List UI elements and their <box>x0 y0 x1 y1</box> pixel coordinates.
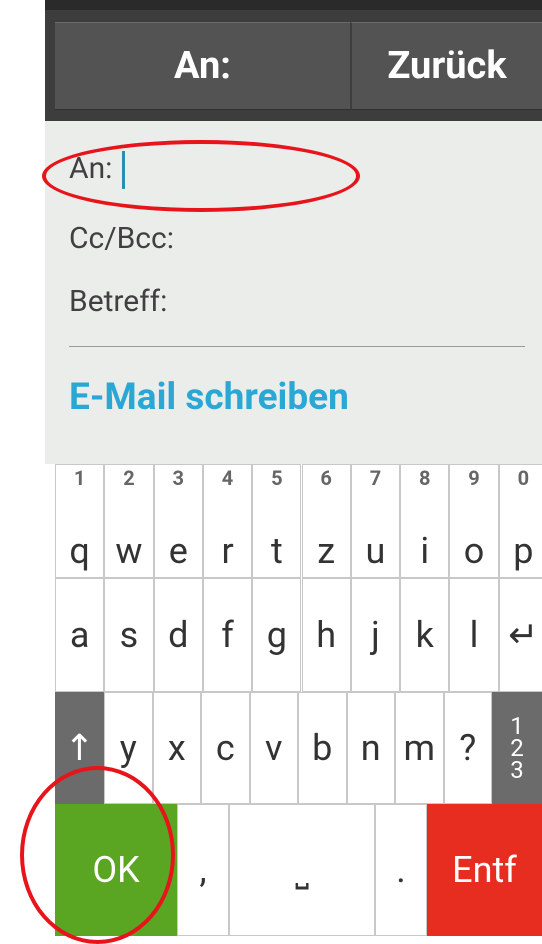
key-number-label: 7 <box>369 466 382 490</box>
key-number-label: 5 <box>271 466 283 490</box>
key-letter-label: k <box>415 614 434 656</box>
status-stripe <box>45 0 542 10</box>
divider <box>69 346 525 347</box>
key-y[interactable]: y <box>104 692 153 804</box>
key-letter-label: c <box>215 727 235 769</box>
key-letter-label: n <box>360 727 381 769</box>
enter-key[interactable]: ↵ <box>498 578 542 692</box>
delete-button[interactable]: Entf <box>427 804 542 936</box>
key-letter-label: m <box>403 727 436 769</box>
key-number-label: 2 <box>123 466 135 490</box>
key-number-label: 9 <box>468 466 480 490</box>
key-f[interactable]: f <box>202 578 253 692</box>
key-number-label: 3 <box>172 466 184 490</box>
key-e[interactable]: 3e <box>153 464 203 578</box>
key-i[interactable]: 8i <box>400 464 450 578</box>
key-number-label: 4 <box>221 466 234 490</box>
key-letter-label: b <box>312 727 333 769</box>
key-letter-label: u <box>365 530 386 572</box>
key-t[interactable]: 5t <box>252 464 302 578</box>
comma-key[interactable]: , <box>177 804 229 936</box>
ok-button[interactable]: OK <box>55 804 177 936</box>
key-q[interactable]: 1q <box>55 464 105 578</box>
key-letter-label: w <box>115 530 143 572</box>
subject-label: Betreff: <box>69 284 168 319</box>
text-cursor <box>122 151 126 190</box>
key-k[interactable]: k <box>400 578 450 692</box>
key-z[interactable]: 6z <box>301 464 351 578</box>
to-field[interactable]: An: <box>69 151 126 190</box>
key-letter-label: z <box>317 530 336 572</box>
key-letter-label: g <box>266 614 287 656</box>
cc-bcc-field[interactable]: Cc/Bcc: <box>69 221 174 256</box>
number-switch-key[interactable]: 123 <box>492 692 542 804</box>
number-switch-digit: 3 <box>510 756 524 784</box>
key-letter-label: v <box>265 727 283 769</box>
key-letter-label: r <box>221 530 234 572</box>
key-c[interactable]: c <box>201 692 250 804</box>
key-letter-label: y <box>119 727 137 769</box>
key-l[interactable]: l <box>449 578 499 692</box>
key-number-label: 1 <box>73 466 86 490</box>
key-letter-label: a <box>69 614 90 656</box>
key-j[interactable]: j <box>350 578 401 692</box>
key-n[interactable]: n <box>346 692 395 804</box>
key-letter-label: t <box>270 530 283 572</box>
space-key[interactable]: ⎵ <box>229 804 375 936</box>
key-v[interactable]: v <box>249 692 298 804</box>
compose-form: An: Cc/Bcc: Betreff: E-Mail schreiben <box>45 121 542 464</box>
key-b[interactable]: b <box>298 692 347 804</box>
keyboard: 1q2w3e4r5t6z7u8i9o0p a s d f g h j k l ↵ ↑ y x c v b n m… <box>45 464 542 944</box>
key-letter-label: q <box>69 530 90 572</box>
key-u[interactable]: 7u <box>350 464 401 578</box>
top-bar: An: Zurück <box>45 0 542 121</box>
key-g[interactable]: g <box>252 578 302 692</box>
compose-body-field[interactable]: E-Mail schreiben <box>69 376 349 419</box>
key-r[interactable]: 4r <box>202 464 253 578</box>
key-number-label: 6 <box>320 466 332 490</box>
key-p[interactable]: 0p <box>498 464 542 578</box>
email-compose-screen: An: Zurück An: Cc/Bcc: Betreff: E-Mail s… <box>45 0 542 944</box>
key-letter-label: i <box>420 530 430 572</box>
to-button[interactable]: An: <box>55 22 350 110</box>
key-letter-label: ↵ <box>508 614 539 656</box>
shift-key[interactable]: ↑ <box>55 692 104 804</box>
key-w[interactable]: 2w <box>104 464 154 578</box>
question-key[interactable]: ? <box>443 692 492 804</box>
key-h[interactable]: h <box>301 578 351 692</box>
key-a[interactable]: a <box>55 578 105 692</box>
key-letter-label: l <box>469 614 479 656</box>
key-letter-label: h <box>316 614 337 656</box>
back-button[interactable]: Zurück <box>350 22 542 110</box>
cc-bcc-label: Cc/Bcc: <box>69 221 174 256</box>
key-letter-label: f <box>221 614 234 656</box>
key-s[interactable]: s <box>104 578 154 692</box>
key-x[interactable]: x <box>152 692 201 804</box>
period-key[interactable]: . <box>375 804 427 936</box>
key-letter-label: s <box>119 614 139 656</box>
key-letter-label: d <box>168 614 189 656</box>
shift-arrow-icon: ↑ <box>64 727 95 769</box>
key-letter-label: p <box>513 530 534 572</box>
key-letter-label: o <box>463 530 485 572</box>
key-letter-label: j <box>371 614 380 656</box>
to-label: An: <box>69 151 113 186</box>
subject-field[interactable]: Betreff: <box>69 284 167 319</box>
key-o[interactable]: 9o <box>449 464 499 578</box>
key-m[interactable]: m <box>395 692 444 804</box>
key-letter-label: x <box>167 727 186 769</box>
key-number-label: 8 <box>419 466 431 490</box>
key-letter-label: ? <box>459 727 477 769</box>
key-d[interactable]: d <box>153 578 203 692</box>
key-number-label: 0 <box>517 466 530 490</box>
key-letter-label: e <box>168 530 188 572</box>
